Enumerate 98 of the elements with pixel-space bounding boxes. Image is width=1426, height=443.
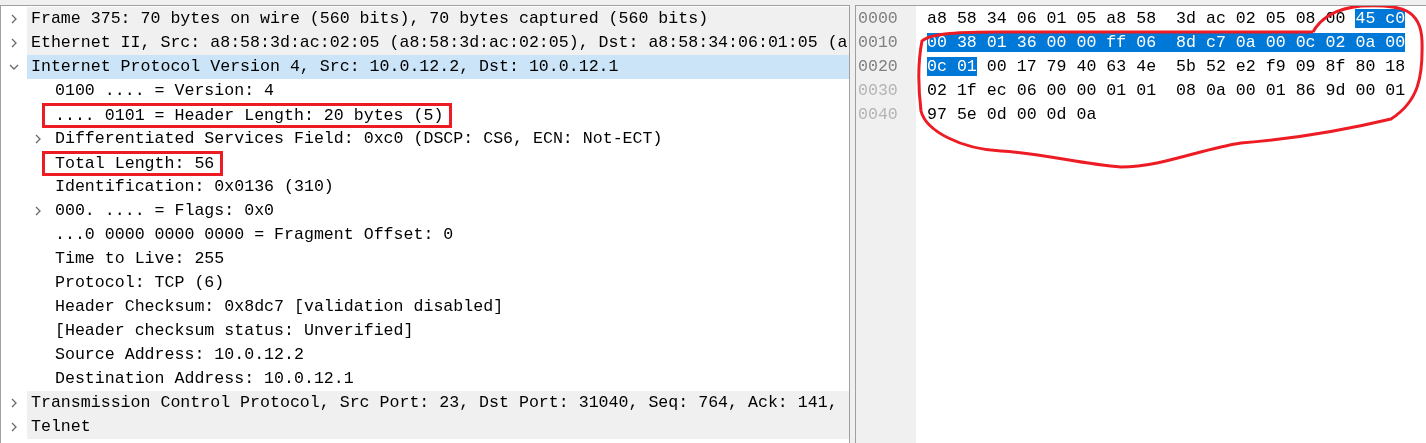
hex-byte[interactable]: 0a (1355, 33, 1376, 52)
hex-byte[interactable]: 18 (1385, 57, 1406, 76)
hex-byte[interactable]: 01 (1265, 81, 1286, 100)
hex-byte[interactable]: 79 (1046, 57, 1067, 76)
hex-byte[interactable]: 06 (1136, 33, 1157, 52)
offset-label: 0020 (858, 56, 899, 78)
hex-byte[interactable]: 00 (1235, 81, 1256, 100)
chevron-right-icon[interactable] (33, 134, 43, 144)
hex-byte[interactable]: ff (1106, 33, 1127, 52)
tree-item[interactable]: Telnet (27, 415, 849, 439)
hex-byte[interactable]: 52 (1205, 57, 1226, 76)
tree-item[interactable]: [Header checksum status: Unverified] (51, 319, 414, 343)
tree-item[interactable]: Source Address: 10.0.12.2 (51, 343, 304, 367)
tree-item[interactable]: Ethernet II, Src: a8:58:3d:ac:02:05 (a8:58:3d:ac:02:05), Dst: a8:58:34:06:01:05 (a (27, 31, 849, 55)
hex-byte[interactable]: 45 (1355, 9, 1376, 28)
hex-byte[interactable]: 0a (1205, 81, 1226, 100)
hex-byte[interactable]: 01 (956, 57, 977, 76)
hex-byte[interactable]: 00 (1265, 33, 1286, 52)
offset-label: 0040 (858, 104, 899, 126)
chevron-right-icon[interactable] (9, 422, 19, 432)
hex-byte[interactable]: 01 (1136, 81, 1157, 100)
hex-byte[interactable]: 06 (1016, 9, 1037, 28)
chevron-down-icon[interactable] (9, 62, 19, 72)
hex-byte[interactable]: 08 (1295, 9, 1316, 28)
hex-byte[interactable]: 00 (1046, 33, 1067, 52)
tree-item[interactable]: Internet Protocol Version 4, Src: 10.0.12.2, Dst: 10.0.12.1 (27, 55, 849, 79)
hex-byte[interactable]: 58 (1136, 9, 1157, 28)
hex-byte[interactable]: 01 (986, 33, 1007, 52)
hex-byte[interactable]: 00 (1076, 33, 1097, 52)
hex-byte[interactable]: 1f (956, 81, 977, 100)
hex-byte[interactable]: 01 (1385, 81, 1406, 100)
annotation-box: .... 0101 = Header Length: 20 bytes (5) (42, 102, 453, 128)
hex-byte[interactable]: 40 (1076, 57, 1097, 76)
hex-byte[interactable]: c0 (1385, 9, 1406, 28)
hex-byte[interactable]: 0c (927, 57, 947, 76)
hex-byte[interactable]: ec (986, 81, 1007, 100)
hex-byte[interactable]: 8f (1325, 57, 1346, 76)
hex-byte[interactable]: 00 (1046, 81, 1067, 100)
offset-label: 0000 (858, 8, 899, 30)
hex-byte[interactable]: 5e (956, 105, 977, 124)
tree-item[interactable]: Time to Live: 255 (51, 247, 225, 271)
chevron-right-icon[interactable] (33, 206, 43, 216)
hex-byte[interactable]: 9d (1325, 81, 1346, 100)
hex-byte[interactable]: 5b (1176, 57, 1196, 76)
tree-item[interactable]: Identification: 0x0136 (310) (51, 175, 334, 199)
hex-byte[interactable]: 00 (1355, 81, 1376, 100)
hex-byte[interactable]: 36 (1016, 33, 1037, 52)
hex-byte[interactable]: 00 (986, 57, 1007, 76)
hex-byte[interactable]: 05 (1076, 9, 1097, 28)
hex-byte[interactable]: 01 (1046, 9, 1067, 28)
hex-byte[interactable]: 8d (1176, 33, 1196, 52)
hex-byte[interactable]: ac (1205, 9, 1226, 28)
hex-byte[interactable]: 34 (986, 9, 1007, 28)
tree-item[interactable]: Protocol: TCP (6) (51, 271, 225, 295)
hex-byte[interactable]: 0c (1295, 33, 1316, 52)
hex-byte[interactable]: 09 (1295, 57, 1316, 76)
tree-item[interactable]: Frame 375: 70 bytes on wire (560 bits), 70 bytes captured (560 bits) (27, 7, 849, 31)
hex-byte[interactable]: 80 (1355, 57, 1376, 76)
hex-byte[interactable]: 0a (1235, 33, 1256, 52)
hex-byte[interactable]: 38 (956, 33, 977, 52)
offset-label: 0010 (858, 32, 899, 54)
hex-byte[interactable]: 02 (927, 81, 947, 100)
tree-item[interactable]: Differentiated Services Field: 0xc0 (DSCP: CS6, ECN: Not-ECT) (51, 127, 663, 151)
hex-byte[interactable]: 0a (1076, 105, 1097, 124)
hex-byte[interactable]: f9 (1265, 57, 1286, 76)
tree-item[interactable]: Header Checksum: 0x8dc7 [validation disabled] (51, 295, 504, 319)
hex-byte[interactable]: 00 (1385, 33, 1406, 52)
hex-byte[interactable]: 01 (1106, 81, 1127, 100)
hex-byte[interactable]: 4e (1136, 57, 1157, 76)
hex-byte[interactable]: c7 (1205, 33, 1226, 52)
offset-label: 0030 (858, 80, 899, 102)
tree-item[interactable]: 000. .... = Flags: 0x0 (51, 199, 275, 223)
hex-byte[interactable]: 97 (927, 105, 947, 124)
hex-byte[interactable]: 0d (1046, 105, 1067, 124)
hex-byte[interactable]: a8 (1106, 9, 1127, 28)
hex-byte[interactable]: 17 (1016, 57, 1037, 76)
hex-byte[interactable]: 86 (1295, 81, 1316, 100)
chevron-right-icon[interactable] (9, 398, 19, 408)
hex-byte[interactable]: 02 (1235, 9, 1256, 28)
chevron-right-icon[interactable] (9, 38, 19, 48)
hex-byte[interactable]: 58 (956, 9, 977, 28)
hex-byte[interactable]: 02 (1325, 33, 1346, 52)
tree-item[interactable]: Destination Address: 10.0.12.1 (51, 367, 354, 391)
chevron-right-icon[interactable] (9, 14, 19, 24)
tree-item[interactable]: 0100 .... = Version: 4 (51, 79, 275, 103)
hex-byte[interactable]: 08 (1176, 81, 1196, 100)
hex-byte[interactable]: 05 (1265, 9, 1286, 28)
hex-byte[interactable]: 06 (1016, 81, 1037, 100)
tree-item[interactable]: Transmission Control Protocol, Src Port: 23, Dst Port: 31040, Seq: 764, Ack: 141, (27, 391, 849, 415)
hex-byte[interactable]: e2 (1235, 57, 1256, 76)
annotation-box: Total Length: 56 (42, 150, 224, 176)
hex-byte[interactable]: 0d (986, 105, 1007, 124)
hex-byte[interactable]: 63 (1106, 57, 1127, 76)
hex-byte[interactable]: a8 (927, 9, 947, 28)
hex-byte[interactable]: 00 (1076, 81, 1097, 100)
hex-byte[interactable]: 3d (1176, 9, 1196, 28)
tree-item[interactable]: ...0 0000 0000 0000 = Fragment Offset: 0 (51, 223, 454, 247)
hex-byte[interactable]: 00 (1016, 105, 1037, 124)
